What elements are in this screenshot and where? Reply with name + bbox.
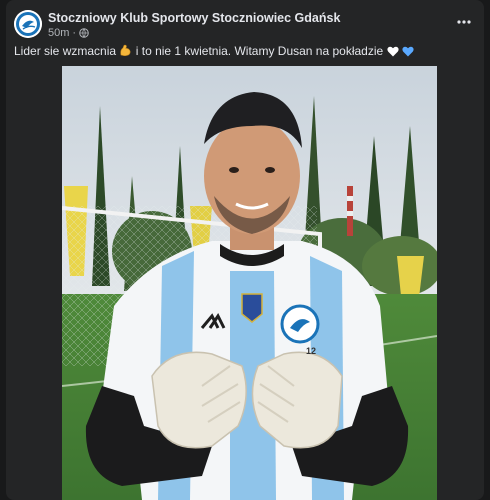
globe-icon <box>79 28 89 38</box>
more-options-icon[interactable] <box>454 12 474 32</box>
goalkeeper-photo <box>62 66 437 500</box>
post-card: Stoczniowy Klub Sportowy Stoczniowiec Gd… <box>6 0 484 500</box>
post-time[interactable]: 50m <box>48 27 69 39</box>
club-logo-icon <box>14 10 42 38</box>
white-heart-emoji-icon <box>386 46 399 60</box>
flexed-biceps-emoji-icon <box>119 44 132 60</box>
caption-text-2: i to nie 1 kwietnia. Witamy Dusan na pok… <box>135 44 384 58</box>
caption-text-1: Lider sie wzmacnia <box>14 44 117 58</box>
jersey-number: 12 <box>306 346 317 356</box>
meta-separator: · <box>72 27 77 39</box>
page-avatar[interactable] <box>14 10 42 38</box>
post-caption: Lider sie wzmacnia i to nie 1 kwietnia. … <box>14 44 474 60</box>
page-name-link[interactable]: Stoczniowy Klub Sportowy Stoczniowiec Gd… <box>48 11 340 25</box>
post-photo[interactable]: 12 <box>62 66 437 500</box>
blue-heart-emoji-icon <box>402 46 414 60</box>
post-meta: 50m · <box>48 27 89 39</box>
